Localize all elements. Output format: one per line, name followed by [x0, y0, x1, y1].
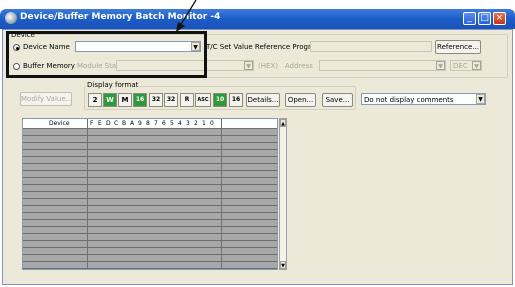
- grid-separator: [87, 119, 88, 269]
- scroll-down-icon[interactable]: ▼: [280, 261, 286, 269]
- address-label: Address: [285, 62, 313, 70]
- details-button[interactable]: Details...: [246, 93, 280, 107]
- table-row[interactable]: [23, 255, 277, 262]
- format-asc-button[interactable]: ASC: [195, 93, 211, 107]
- table-row[interactable]: [23, 206, 277, 213]
- comment-display-value: Do not display comments: [364, 96, 454, 104]
- format-16-hex-button[interactable]: 16: [229, 93, 243, 107]
- pointer-arrow-icon: [176, 0, 197, 32]
- format-32-alt-button[interactable]: 32: [164, 93, 178, 107]
- table-row[interactable]: [23, 220, 277, 227]
- dropdown-arrow-icon[interactable]: ▼: [476, 94, 485, 104]
- format-m-button[interactable]: M: [118, 93, 132, 107]
- modify-value-button[interactable]: Modify Value...: [20, 92, 72, 106]
- bit-column-header: 2: [194, 120, 198, 127]
- bit-column-header: 1: [202, 120, 206, 127]
- grid-vertical-scrollbar[interactable]: ▲ ▼: [279, 118, 287, 270]
- dropdown-arrow-icon[interactable]: ▼: [436, 61, 445, 70]
- open-button[interactable]: Open...: [285, 93, 316, 107]
- bit-column-header: E: [98, 120, 102, 127]
- comment-display-select[interactable]: Do not display comments ▼: [361, 93, 486, 105]
- bit-column-header: 3: [186, 120, 190, 127]
- table-row[interactable]: [23, 178, 277, 185]
- dropdown-arrow-icon[interactable]: ▼: [244, 61, 253, 70]
- dec-select[interactable]: DEC ▼: [450, 60, 482, 71]
- table-row[interactable]: [23, 185, 277, 192]
- format-10-button[interactable]: 10: [213, 93, 227, 107]
- bit-column-header: D: [106, 120, 111, 127]
- table-row[interactable]: [23, 262, 277, 269]
- table-row[interactable]: [23, 129, 277, 136]
- bit-column-header: 7: [154, 120, 158, 127]
- display-format-label: Display format: [86, 81, 140, 89]
- bit-column-header: 5: [170, 120, 174, 127]
- bit-column-header: 8: [146, 120, 150, 127]
- format-w-button[interactable]: W: [103, 93, 117, 107]
- table-row[interactable]: [23, 199, 277, 206]
- format-32-button[interactable]: 32: [149, 93, 163, 107]
- table-row[interactable]: [23, 157, 277, 164]
- table-row[interactable]: [23, 227, 277, 234]
- address-field[interactable]: ▼: [319, 60, 446, 71]
- grid-separator: [221, 119, 222, 269]
- dec-value: DEC: [453, 62, 468, 70]
- device-monitor-grid[interactable]: Device FEDCBA9876543210: [22, 118, 278, 270]
- format-16-button[interactable]: 16: [133, 93, 147, 107]
- table-row[interactable]: [23, 171, 277, 178]
- table-row[interactable]: [23, 241, 277, 248]
- table-row[interactable]: [23, 150, 277, 157]
- scroll-up-icon[interactable]: ▲: [280, 119, 286, 127]
- format-2-button[interactable]: 2: [88, 93, 102, 107]
- grid-header-row: Device FEDCBA9876543210: [23, 119, 277, 129]
- bit-column-header: 6: [162, 120, 166, 127]
- bit-column-header: A: [130, 120, 135, 127]
- hex-label: (HEX): [258, 62, 278, 70]
- table-row[interactable]: [23, 192, 277, 199]
- table-row[interactable]: [23, 136, 277, 143]
- table-row[interactable]: [23, 164, 277, 171]
- table-row[interactable]: [23, 248, 277, 255]
- bit-column-header: 0: [210, 120, 214, 127]
- device-column-header: Device: [49, 120, 70, 127]
- table-row[interactable]: [23, 234, 277, 241]
- save-button[interactable]: Save...: [322, 93, 353, 107]
- bit-column-header: 4: [178, 120, 182, 127]
- dropdown-arrow-icon[interactable]: ▼: [472, 61, 481, 70]
- bit-column-header: B: [122, 120, 127, 127]
- table-row[interactable]: [23, 213, 277, 220]
- format-real-button[interactable]: R: [180, 93, 194, 107]
- table-row[interactable]: [23, 143, 277, 150]
- bit-column-header: F: [90, 120, 94, 127]
- bit-column-header: 9: [138, 120, 142, 127]
- bit-column-header: C: [114, 120, 119, 127]
